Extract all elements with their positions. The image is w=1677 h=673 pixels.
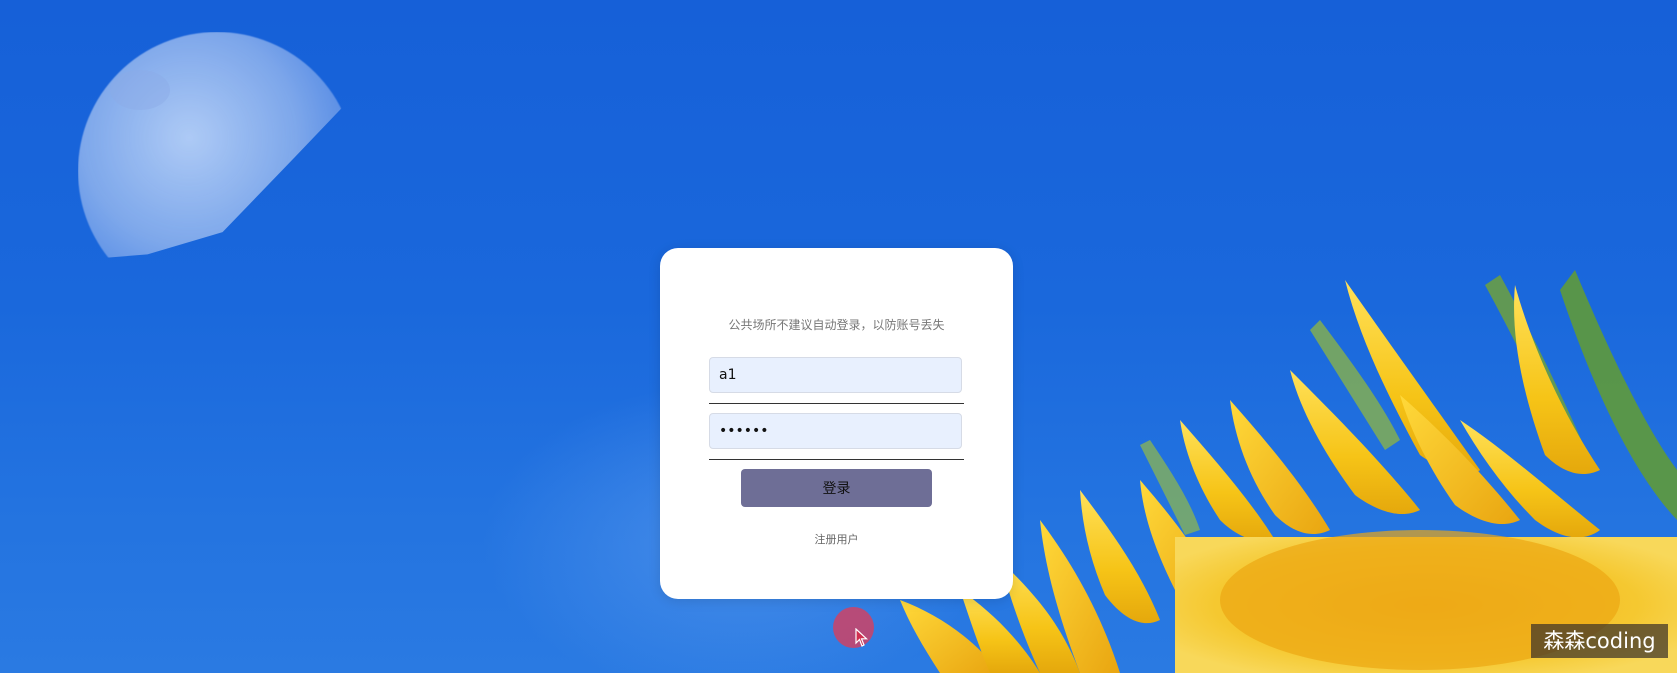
login-hint-text: 公共场所不建议自动登录，以防账号丢失: [728, 318, 945, 332]
password-input[interactable]: [709, 413, 962, 449]
login-page-background: 公共场所不建议自动登录，以防账号丢失 登录 注册用户 森森coding: [0, 0, 1677, 673]
password-underline: [709, 459, 964, 460]
register-link[interactable]: 注册用户: [660, 531, 1013, 547]
login-card: 公共场所不建议自动登录，以防账号丢失 登录 注册用户: [660, 248, 1013, 599]
mouse-pointer-icon: [855, 628, 869, 647]
username-input[interactable]: [709, 357, 962, 393]
username-underline: [709, 403, 964, 404]
watermark-label: 森森coding: [1531, 624, 1668, 658]
login-button[interactable]: 登录: [741, 469, 932, 507]
